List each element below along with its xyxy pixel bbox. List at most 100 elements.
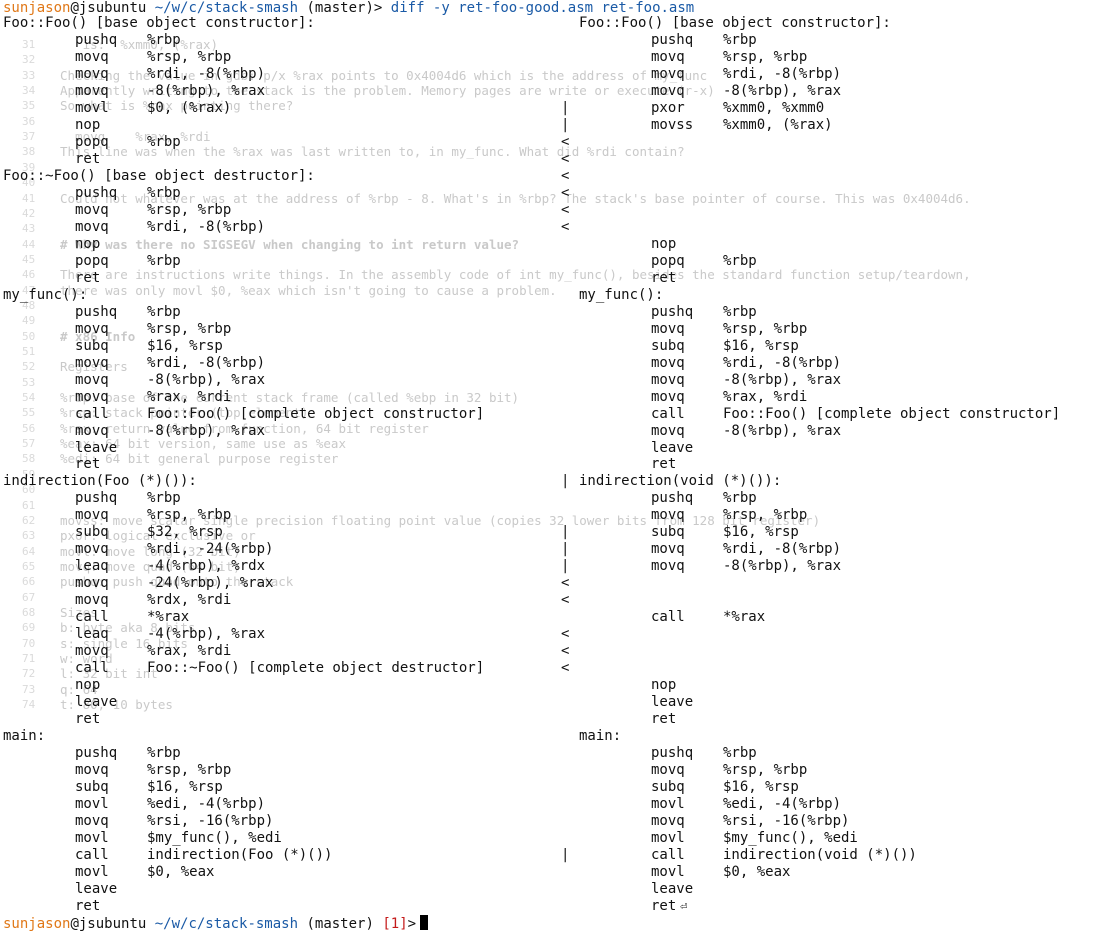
- right-mnemonic: nop: [651, 677, 677, 694]
- left-operands: $16, %rsp: [147, 779, 223, 796]
- left-operands: %rsp, %rbp: [147, 507, 232, 524]
- right-mnemonic: leave: [651, 880, 694, 897]
- left-operands: $0, %eax: [147, 864, 215, 880]
- left-mnemonic: movq: [75, 592, 109, 609]
- diff-row: main: main:: [0, 728, 1108, 745]
- right-mnemonic: subq: [651, 337, 685, 354]
- diff-row: movq -24(%rbp), %rax <: [0, 575, 1108, 592]
- diff-row: movq %rsp, %rbp movq %rsp, %rbp: [0, 507, 1108, 524]
- right-operands: -8(%rbp), %rax: [723, 558, 842, 575]
- diff-row: movl $0, (%rax) | pxor %xmm0, %xmm0: [0, 100, 1108, 117]
- left-mnemonic: subq: [75, 779, 109, 796]
- left-mnemonic: movq: [75, 541, 109, 558]
- left-operands: -8(%rbp), %rax: [147, 422, 266, 439]
- prompt-arrow: >: [373, 0, 383, 16]
- diff-marker: |: [561, 847, 570, 864]
- diff-row: pushq %rbp pushq %rbp: [0, 32, 1108, 49]
- diff-marker: <: [561, 643, 570, 660]
- left-mnemonic: subq: [75, 337, 109, 354]
- diff-row: movl $my_func(), %edi movl $my_func(), %edi: [0, 830, 1108, 847]
- terminal-window[interactable]: 31 is: %xmm0, (%rax) 32 33 Checking the val…: [0, 0, 1108, 941]
- left-operands: %rbp: [147, 133, 181, 150]
- diff-row: call Foo::Foo() [complete object construc…: [0, 406, 1108, 423]
- diff-row: ret ret: [0, 270, 1108, 287]
- left-operands: %rax, %rdi: [147, 388, 232, 405]
- left-mnemonic: ret: [75, 150, 101, 167]
- right-operands: %rbp: [723, 252, 757, 269]
- diff-marker: <: [561, 575, 570, 592]
- diff-row: leave leave: [0, 881, 1108, 898]
- diff-row: nop | movss %xmm0, (%rax): [0, 117, 1108, 134]
- right-operands: $0, %eax: [723, 864, 791, 880]
- prompt-branch: (master): [306, 916, 374, 932]
- diff-row: movq %rsp, %rbp movq %rsp, %rbp: [0, 49, 1108, 66]
- diff-marker: <: [561, 592, 570, 609]
- left-mnemonic: movq: [75, 354, 109, 371]
- right-mnemonic: ret: [651, 456, 677, 473]
- right-mnemonic: movq: [651, 813, 685, 830]
- diff-row: movq %rdi, -8(%rbp) movq %rdi, -8(%rbp): [0, 355, 1108, 372]
- right-mnemonic: movq: [651, 65, 685, 82]
- right-mnemonic: pxor: [651, 99, 685, 116]
- right-label: indirection(void (*)()):: [579, 473, 782, 490]
- right-operands: indirection(void (*)()): [723, 847, 917, 864]
- diff-marker: |: [561, 558, 570, 575]
- diff-row: subq $16, %rsp subq $16, %rsp: [0, 338, 1108, 355]
- left-mnemonic: leave: [75, 439, 118, 456]
- left-operands: %rsp, %rbp: [147, 762, 232, 779]
- left-mnemonic: movq: [75, 575, 109, 592]
- right-mnemonic: movq: [651, 82, 685, 99]
- right-mnemonic: pushq: [651, 745, 694, 762]
- right-operands: %rdi, -8(%rbp): [723, 541, 842, 558]
- left-operands: %rbp: [147, 745, 181, 762]
- left-mnemonic: movq: [75, 82, 109, 99]
- right-mnemonic: popq: [651, 252, 685, 269]
- right-operands: *%rax: [723, 609, 766, 626]
- right-mnemonic: leave: [651, 694, 694, 711]
- diff-marker: |: [561, 99, 570, 116]
- diff-row: call Foo::~Foo() [complete object destruc…: [0, 660, 1108, 677]
- diff-row: movq %rsp, %rbp <: [0, 202, 1108, 219]
- left-operands: %rsp, %rbp: [147, 320, 232, 337]
- active-prompt-line[interactable]: sunjason@jsubuntu ~/w/c/stack-smash (mas…: [3, 915, 429, 932]
- diff-row: Foo::Foo() [base object constructor]: Foo…: [0, 15, 1108, 32]
- prompt-host: @jsubuntu: [70, 916, 147, 932]
- right-mnemonic: movss: [651, 116, 694, 133]
- right-label: my_func():: [579, 286, 664, 303]
- right-mnemonic: pushq: [651, 303, 694, 320]
- diff-row: movq -8(%rbp), %rax movq -8(%rbp), %rax: [0, 423, 1108, 440]
- right-mnemonic: leave: [651, 439, 694, 456]
- left-operands: %rdx, %rdi: [147, 592, 232, 609]
- diff-marker: <: [561, 201, 570, 218]
- left-mnemonic: pushq: [75, 745, 118, 762]
- prompt-branch: (master): [306, 0, 374, 16]
- exit-status: [1]: [382, 916, 408, 932]
- diff-row: movq %rsp, %rbp movq %rsp, %rbp: [0, 762, 1108, 779]
- text-cursor[interactable]: [420, 915, 429, 930]
- left-operands: %rbp: [147, 490, 181, 507]
- diff-row: pushq %rbp <: [0, 185, 1108, 202]
- right-mnemonic: call: [651, 847, 685, 864]
- left-mnemonic: leave: [75, 694, 118, 711]
- prompt-user: sunjason: [3, 916, 71, 932]
- right-mnemonic: movq: [651, 558, 685, 575]
- left-mnemonic: pushq: [75, 31, 118, 48]
- diff-row: movl $0, %eax movl $0, %eax: [0, 864, 1108, 881]
- left-mnemonic: movl: [75, 864, 109, 880]
- diff-row: nop nop: [0, 236, 1108, 253]
- diff-marker: <: [561, 626, 570, 643]
- left-operands: %edi, -4(%rbp): [147, 796, 266, 813]
- right-mnemonic: movq: [651, 388, 685, 405]
- left-operands: %rsi, -16(%rbp): [147, 813, 274, 830]
- right-operands: %rsp, %rbp: [723, 762, 808, 779]
- right-operands: %rsp, %rbp: [723, 48, 808, 65]
- prompt-arrow: >: [407, 916, 417, 932]
- diff-marker: <: [561, 133, 570, 150]
- left-mnemonic: nop: [75, 235, 101, 252]
- left-mnemonic: movq: [75, 65, 109, 82]
- right-mnemonic: movq: [651, 762, 685, 779]
- left-operands: %rax, %rdi: [147, 643, 232, 660]
- left-mnemonic: popq: [75, 133, 109, 150]
- diff-row: ret ret ⏎: [0, 898, 1108, 915]
- right-mnemonic: movq: [651, 507, 685, 524]
